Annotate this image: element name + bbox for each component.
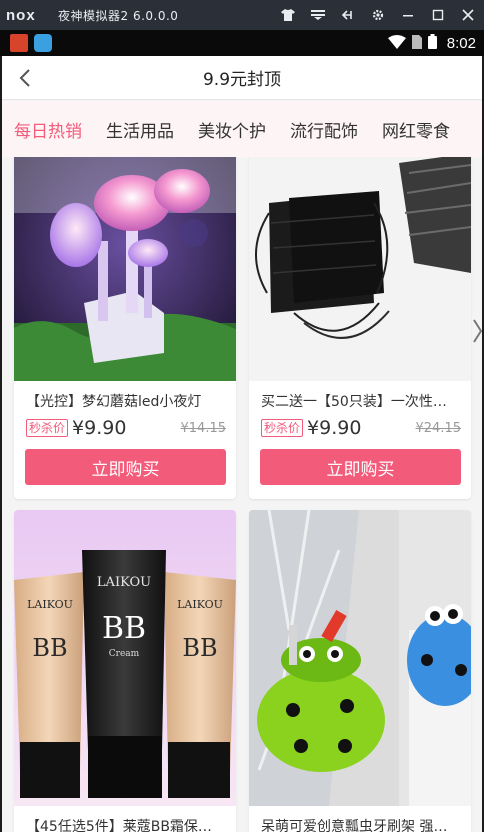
page-header: 9.9元封顶: [2, 56, 482, 100]
product-price: ¥9.90: [72, 417, 127, 439]
flash-sale-badge: 秒杀价: [261, 419, 304, 437]
status-time: 8:02: [446, 34, 476, 52]
product-image[interactable]: [14, 157, 236, 381]
flash-sale-badge: 秒杀价: [26, 419, 69, 437]
product-title: 买二送一【50只装】一次性…: [261, 394, 447, 410]
original-price: ¥14.15: [180, 420, 227, 436]
buy-now-button[interactable]: 立即购买: [260, 449, 461, 485]
product-card[interactable]: LAIKOU BB Cream LAIKOU BB LAIKOU BB 【45任…: [14, 510, 236, 832]
bb-brand-label-right: LAIKOU: [177, 598, 223, 611]
product-title: 【光控】梦幻蘑菇led小夜灯: [26, 394, 202, 410]
maximize-icon[interactable]: [430, 7, 446, 23]
product-image[interactable]: LAIKOU BB Cream LAIKOU BB LAIKOU BB: [14, 510, 236, 806]
sim-icon: [411, 34, 422, 53]
bb-brand-label-left: LAIKOU: [27, 598, 73, 611]
product-grid: 【光控】梦幻蘑菇led小夜灯 秒杀价 ¥9.90 ¥14.15 立即购买 买二送…: [2, 157, 482, 832]
page-title: 9.9元封顶: [202, 70, 282, 90]
pin-icon[interactable]: [340, 7, 356, 23]
product-title: 【45任选5件】莱蔻BB霜保…: [26, 819, 212, 832]
tab-beauty[interactable]: 美妆个护: [186, 117, 278, 142]
tab-accessories[interactable]: 流行配饰: [278, 117, 370, 142]
gear-icon[interactable]: [370, 7, 386, 23]
category-tabs: 每日热销 生活用品 美妆个护 流行配饰 网红零食: [2, 101, 482, 157]
product-card[interactable]: 买二送一【50只装】一次性… 秒杀价 ¥9.90 ¥24.15 立即购买: [249, 157, 471, 499]
product-image[interactable]: [249, 157, 471, 381]
bb-main-label-left: BB: [32, 634, 67, 662]
emulator-title-bar: nox 夜神模拟器2 6.0.0.0: [0, 0, 484, 30]
product-price: ¥9.90: [307, 417, 362, 439]
settings-menu-icon[interactable]: [310, 7, 326, 23]
nox-logo: nox: [6, 6, 36, 24]
close-icon[interactable]: [460, 7, 476, 23]
product-card[interactable]: 呆萌可爱创意瓢虫牙刷架 强…: [249, 510, 471, 832]
notification-app-icon: [34, 34, 52, 52]
bb-sub-label: Cream: [109, 649, 140, 659]
minimize-icon[interactable]: [400, 7, 416, 23]
tab-daily-goods[interactable]: 生活用品: [94, 117, 186, 142]
bb-main-label-right: BB: [182, 634, 217, 662]
tab-snacks[interactable]: 网红零食: [370, 117, 462, 142]
product-card[interactable]: 【光控】梦幻蘑菇led小夜灯 秒杀价 ¥9.90 ¥14.15 立即购买: [14, 157, 236, 499]
chevron-right-icon[interactable]: [472, 316, 482, 346]
emulator-title: 夜神模拟器2 6.0.0.0: [58, 8, 179, 23]
tab-daily-hot[interactable]: 每日热销: [2, 117, 94, 142]
wifi-icon: [387, 34, 406, 53]
original-price: ¥24.15: [415, 420, 462, 436]
product-title: 呆萌可爱创意瓢虫牙刷架 强…: [261, 819, 448, 832]
android-status-bar: 8:02: [0, 30, 484, 56]
back-icon[interactable]: [14, 66, 38, 90]
notification-app-icon: [10, 34, 28, 52]
bb-main-label: BB: [102, 611, 146, 646]
bb-brand-label: LAIKOU: [97, 575, 151, 590]
app-screen: 9.9元封顶 每日热销 生活用品 美妆个护 流行配饰 网红零食 【光控】梦幻蘑菇…: [2, 56, 482, 832]
battery-icon: [427, 33, 437, 53]
buy-now-button[interactable]: 立即购买: [25, 449, 226, 485]
product-image[interactable]: [249, 510, 471, 806]
skin-icon[interactable]: [280, 7, 296, 23]
